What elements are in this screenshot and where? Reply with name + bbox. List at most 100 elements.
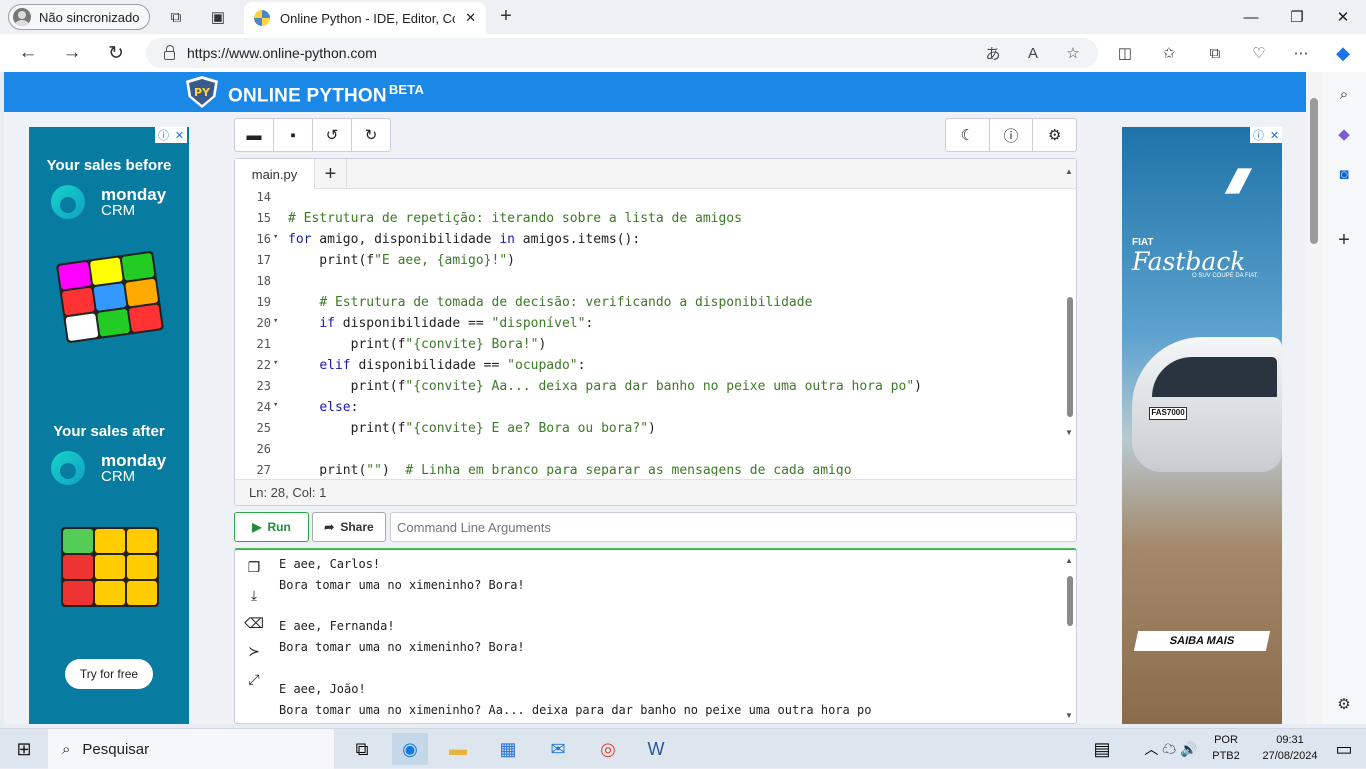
- taskbar-clock[interactable]: 09:31 27/08/2024: [1256, 732, 1324, 764]
- output-console[interactable]: ❐ ⤓ ⌫ ≻ ⤢ E aee, Carlos! Bora tomar uma n…: [234, 548, 1077, 724]
- right-ad[interactable]: ⓘ ✕ //// FIAT Fastback O SUV COUPÉ DA FIA…: [1122, 127, 1282, 724]
- download-icon[interactable]: ⤓: [243, 584, 265, 606]
- monday-logo-icon: monday CRM: [51, 451, 171, 485]
- scroll-down-icon[interactable]: ▼: [1065, 428, 1073, 437]
- run-button[interactable]: ▶ Run: [234, 512, 309, 542]
- monday-logo-icon: monday CRM: [51, 185, 171, 219]
- run-label: Run: [267, 520, 291, 534]
- scroll-up-icon[interactable]: ▲: [1065, 556, 1073, 565]
- dark-mode-icon[interactable]: ☾: [946, 119, 990, 151]
- address-toolbar: ← → ↻ https://www.online-python.com あ A …: [0, 34, 1366, 72]
- redo-icon[interactable]: ↻: [352, 119, 390, 151]
- share-button[interactable]: ➦ Share: [312, 512, 386, 542]
- beta-badge: BETA: [388, 82, 425, 97]
- read-aloud-icon[interactable]: A: [1020, 40, 1046, 66]
- brand-text: ONLINE PYTHON: [228, 85, 387, 107]
- restore-icon[interactable]: ❐: [1285, 6, 1309, 28]
- console-line: Bora tomar uma no ximeninho? Bora!: [279, 640, 525, 655]
- line-number: 22: [256, 358, 271, 372]
- code-line: print(f"{convite} Aa... deixa para dar b…: [288, 379, 922, 394]
- left-ad[interactable]: ⓘ ✕ Your sales before monday CRM Your sale…: [29, 127, 189, 724]
- page-scrollbar[interactable]: [1306, 72, 1322, 724]
- ad-close-icon[interactable]: ⓘ ✕: [155, 127, 187, 143]
- fiat-stripes-icon: ////: [1221, 163, 1249, 201]
- terminal-icon[interactable]: ≻: [243, 640, 265, 662]
- address-bar[interactable]: https://www.online-python.com: [146, 38, 1098, 68]
- copilot-sidebar-icon[interactable]: ◆: [1332, 122, 1356, 146]
- translate-icon[interactable]: あ: [980, 40, 1006, 66]
- editor-scrollbar[interactable]: ▲ ▼: [1065, 167, 1074, 437]
- add-sidebar-icon[interactable]: +: [1332, 228, 1356, 252]
- refresh-icon[interactable]: ↻: [102, 41, 130, 65]
- system-tray-icon[interactable]: ︿ ☁ 🔊: [1136, 733, 1206, 765]
- line-number: 14: [256, 190, 271, 204]
- copy-icon[interactable]: ❐: [243, 556, 265, 578]
- new-tab-icon[interactable]: +: [496, 5, 516, 27]
- code-line: # Estrutura de repetição: iterando sobre…: [288, 211, 742, 226]
- close-tab-icon[interactable]: ✕: [465, 10, 476, 26]
- console-scrollbar[interactable]: ▲ ▼: [1065, 556, 1074, 720]
- save-icon[interactable]: ▪: [274, 119, 313, 151]
- task-view-icon[interactable]: ⧉: [344, 733, 380, 765]
- try-for-free-button[interactable]: Try for free: [65, 659, 153, 689]
- open-folder-icon[interactable]: ▬: [235, 119, 274, 151]
- favorites-icon[interactable]: ✩: [1156, 40, 1182, 66]
- fold-toggle-icon[interactable]: ▾: [273, 358, 278, 368]
- scroll-down-icon[interactable]: ▼: [1065, 711, 1073, 720]
- profile-avatar-icon: [13, 8, 31, 26]
- copilot-icon[interactable]: ◆: [1330, 40, 1356, 66]
- edge-sidebar: ⌕ ◆ ◙ + ⚙: [1322, 72, 1366, 724]
- scroll-up-icon[interactable]: ▲: [1065, 167, 1073, 176]
- profile-button[interactable]: Não sincronizado: [8, 4, 150, 30]
- outlook-icon[interactable]: ◙: [1332, 162, 1356, 186]
- file-explorer-icon[interactable]: ▬: [440, 733, 476, 765]
- browser-essentials-icon[interactable]: ♡: [1246, 40, 1272, 66]
- mail-icon[interactable]: ✉: [540, 733, 576, 765]
- sidebar-settings-icon[interactable]: ⚙: [1332, 692, 1356, 716]
- code-area[interactable]: 14 15 # Estrutura de repetição: iterando s…: [235, 190, 1076, 476]
- action-center-icon[interactable]: ▭: [1326, 733, 1362, 765]
- browser-tab[interactable]: Online Python - IDE, Editor, Compiler ✕: [244, 2, 486, 34]
- line-number: 27: [256, 463, 271, 476]
- site-brand[interactable]: ONLINE PYTHON BETA: [228, 82, 424, 107]
- store-icon[interactable]: ▦: [490, 733, 526, 765]
- edge-taskbar-icon[interactable]: ◉: [392, 733, 428, 765]
- rubiks-cube-messy-icon: [55, 250, 165, 344]
- file-tab-main[interactable]: main.py: [235, 159, 315, 189]
- notifications-app-icon[interactable]: ▤: [1084, 733, 1120, 765]
- favorite-star-icon[interactable]: ☆: [1060, 40, 1086, 66]
- search-icon[interactable]: ⌕: [1332, 82, 1356, 106]
- fold-toggle-icon[interactable]: ▾: [273, 400, 278, 410]
- command-line-args-input[interactable]: [390, 512, 1077, 542]
- code-editor[interactable]: main.py + 14 15 # Estrutura de repetição: …: [234, 158, 1077, 506]
- language-indicator[interactable]: POR PTB2: [1208, 732, 1244, 764]
- info-icon[interactable]: ⓘ: [990, 119, 1034, 151]
- chrome-icon[interactable]: ◎: [590, 733, 626, 765]
- expand-icon[interactable]: ⤢: [243, 668, 265, 690]
- workspaces-icon[interactable]: ⧉: [166, 7, 186, 27]
- ad-close-icon[interactable]: ⓘ ✕: [1250, 127, 1282, 143]
- back-icon[interactable]: ←: [14, 41, 42, 65]
- split-screen-icon[interactable]: ◫: [1112, 40, 1138, 66]
- console-line: E aee, Carlos!: [279, 557, 381, 571]
- collections-icon[interactable]: ⧉: [1202, 40, 1228, 66]
- settings-gear-icon[interactable]: ⚙: [1033, 119, 1076, 151]
- fold-toggle-icon[interactable]: ▾: [273, 316, 278, 326]
- clock-date: 27/08/2024: [1262, 750, 1318, 762]
- windows-start-icon[interactable]: ⊞: [6, 733, 42, 765]
- tab-actions-icon[interactable]: ▣: [208, 7, 228, 27]
- python-favicon-icon: [254, 10, 270, 26]
- add-file-icon[interactable]: +: [315, 159, 347, 189]
- fold-toggle-icon[interactable]: ▾: [273, 232, 278, 242]
- forward-icon[interactable]: →: [58, 41, 86, 65]
- line-number: 21: [256, 337, 271, 351]
- word-icon[interactable]: W: [638, 733, 674, 765]
- minimize-icon[interactable]: —: [1239, 6, 1263, 28]
- eraser-icon[interactable]: ⌫: [243, 612, 265, 634]
- saiba-mais-button[interactable]: SAIBA MAIS: [1133, 631, 1271, 651]
- close-window-icon[interactable]: ✕: [1331, 6, 1355, 28]
- taskbar-search[interactable]: ⌕ Pesquisar: [48, 729, 334, 769]
- code-line: print("") # Linha em branco para separar…: [288, 463, 852, 476]
- more-menu-icon[interactable]: ⋯: [1288, 40, 1314, 66]
- undo-icon[interactable]: ↺: [313, 119, 352, 151]
